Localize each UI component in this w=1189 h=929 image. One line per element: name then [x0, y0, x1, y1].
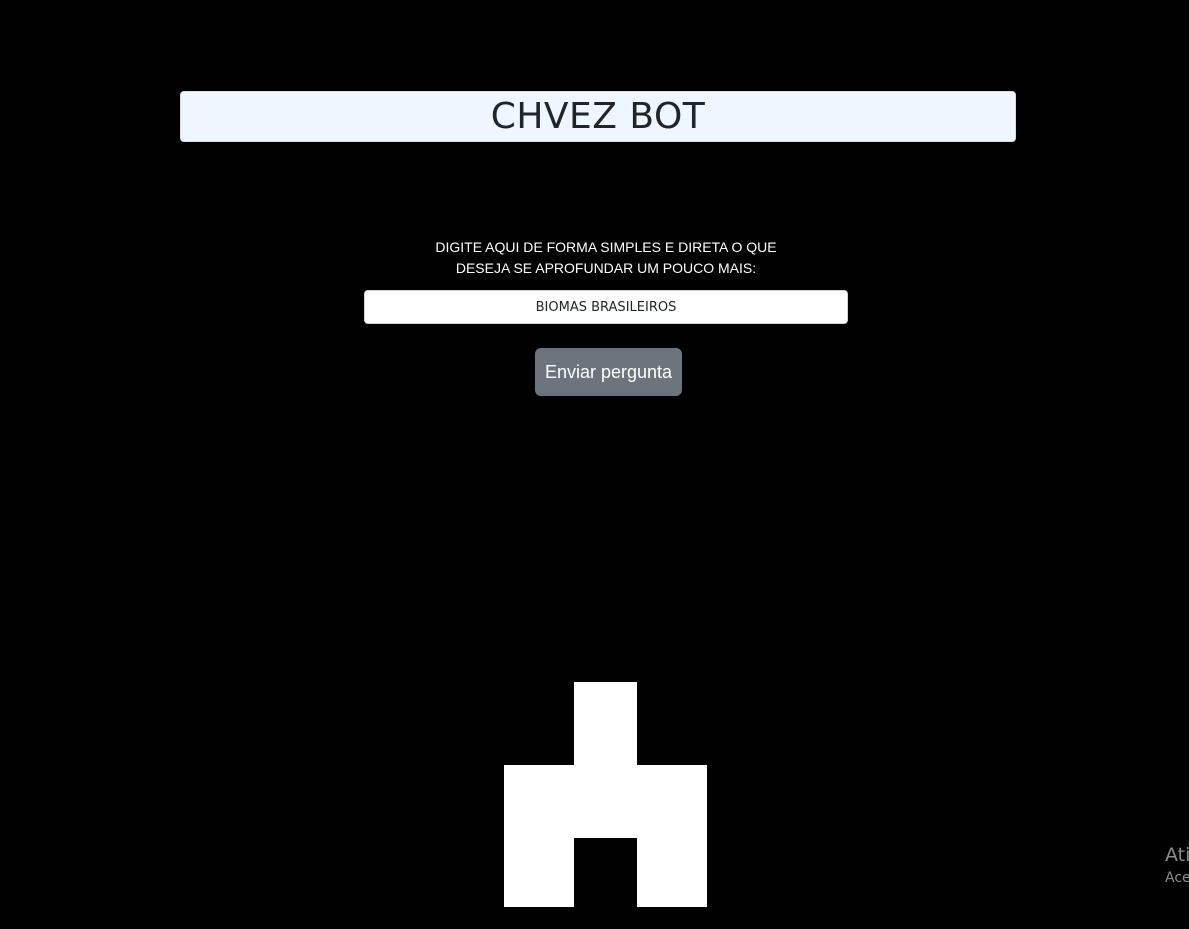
title-banner: CHVEZ BOT — [180, 91, 1016, 142]
robot-silhouette-icon — [504, 682, 707, 907]
watermark-line-1: Ati — [1165, 844, 1189, 866]
prompt-text: DIGITE AQUI DE FORMA SIMPLES E DIRETA O … — [364, 237, 848, 279]
send-question-button[interactable]: Enviar pergunta — [535, 348, 682, 396]
page-title: CHVEZ BOT — [490, 96, 706, 137]
page: CHVEZ BOT DIGITE AQUI DE FORMA SIMPLES E… — [0, 0, 1189, 929]
robot-silhouette-shape — [504, 682, 707, 907]
windows-activation-watermark: Ati Ace — [1165, 842, 1189, 888]
prompt-line-2: DESEJA SE APROFUNDAR UM POUCO MAIS: — [455, 260, 757, 276]
question-input[interactable] — [364, 290, 848, 324]
prompt-line-1: DIGITE AQUI DE FORMA SIMPLES E DIRETA O … — [435, 239, 777, 255]
watermark-line-2: Ace — [1165, 870, 1189, 886]
